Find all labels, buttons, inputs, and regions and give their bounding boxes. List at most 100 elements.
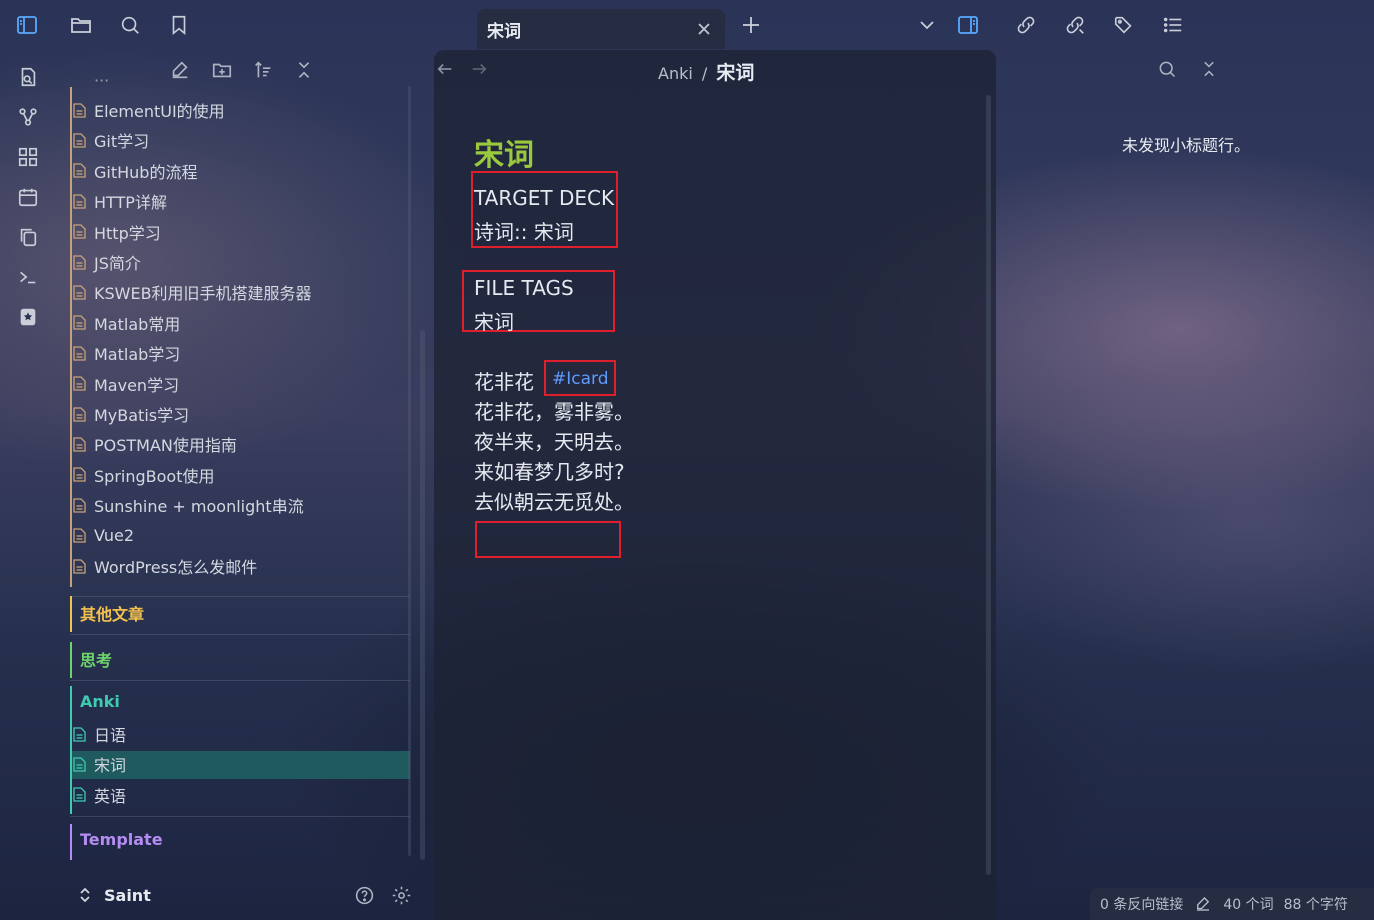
new-note-icon[interactable] [168, 58, 192, 82]
canvas-icon[interactable] [15, 144, 41, 170]
divider [70, 596, 410, 597]
search-icon[interactable] [1156, 58, 1178, 80]
list-item[interactable]: Vue2 [72, 522, 134, 550]
bookmark-icon[interactable] [166, 12, 192, 38]
file-label: GitHub的流程 [94, 162, 198, 182]
forward-arrow-icon[interactable] [468, 58, 490, 80]
folder-tree-line [70, 596, 72, 632]
list-item[interactable]: Sunshine + moonlight串流 [72, 491, 304, 519]
file-icon [72, 315, 86, 331]
file-label: MyBatis学习 [94, 406, 190, 425]
list-item[interactable]: 日语 [72, 720, 126, 748]
breadcrumb: Anki / 宋词 [658, 58, 754, 85]
poem-line: 花非花，雾非雾。 [474, 400, 634, 424]
file-icon [72, 558, 86, 574]
file-icon [72, 726, 86, 742]
terminal-icon[interactable] [15, 264, 41, 290]
breadcrumb-parent[interactable]: Anki [658, 64, 693, 83]
collapse-all-icon[interactable] [292, 58, 316, 82]
list-item[interactable]: Git学习 [72, 126, 149, 154]
list-item[interactable]: POSTMAN使用指南 [72, 430, 237, 458]
right-sidebar-toggle-icon[interactable] [955, 12, 981, 38]
copy-icon[interactable] [15, 224, 41, 250]
list-item[interactable]: ElementUI的使用 [72, 96, 225, 124]
back-arrow-icon[interactable] [434, 58, 456, 80]
list-item[interactable]: Matlab常用 [72, 309, 180, 337]
file-label: KSWEB利用旧手机搭建服务器 [94, 284, 312, 304]
file-icon [72, 467, 86, 483]
sort-icon[interactable] [251, 58, 275, 82]
graph-view-icon[interactable] [15, 104, 41, 130]
title-bar: 宋词 [0, 0, 1374, 50]
sidebar-scrollbar[interactable] [408, 86, 411, 856]
new-folder-icon[interactable] [210, 58, 234, 82]
settings-gear-icon[interactable] [390, 884, 412, 906]
breadcrumb-current[interactable]: 宋词 [716, 62, 754, 84]
file-label: Http学习 [94, 223, 161, 243]
note-scrollbar[interactable] [986, 95, 991, 875]
divider [70, 680, 410, 681]
word-count: 40 个词 [1223, 897, 1274, 913]
list-item[interactable]: GitHub的流程 [72, 157, 197, 185]
folder-thinking[interactable]: 思考 [80, 647, 112, 671]
vault-switch-chevrons-icon[interactable] [76, 886, 94, 904]
file-label: HTTP详解 [94, 193, 167, 213]
sidebar-scrollbar-thumb[interactable] [420, 330, 425, 860]
sidebar-toggle-icon[interactable] [14, 12, 40, 38]
list-item[interactable]: KSWEB利用旧手机搭建服务器 [72, 278, 312, 306]
file-label: WordPress怎么发邮件 [94, 558, 258, 577]
list-item[interactable]: Http学习 [72, 218, 161, 246]
list-item[interactable]: Matlab学习 [72, 339, 180, 367]
open-quick-switcher-icon[interactable] [15, 64, 41, 90]
deck-label: TARGET DECK [474, 186, 615, 210]
new-tab-icon[interactable] [738, 12, 764, 38]
vault-name[interactable]: Saint [104, 886, 151, 905]
file-icon [72, 436, 86, 452]
list-item[interactable]: 英语 [72, 781, 126, 809]
tab-song-ci[interactable]: 宋词 [477, 9, 725, 49]
folder-anki[interactable]: Anki [80, 692, 120, 711]
file-icon [72, 528, 86, 544]
list-item[interactable]: SpringBoot使用 [72, 461, 214, 489]
search-icon[interactable] [117, 12, 143, 38]
calendar-icon[interactable] [15, 184, 41, 210]
list-item[interactable]: WordPress怎么发邮件 [72, 552, 257, 580]
folder-template[interactable]: Template [80, 830, 163, 849]
tab-title: 宋词 [487, 21, 521, 42]
file-label: SpringBoot使用 [94, 466, 215, 486]
poem-line: 去似朝云无觅处。 [474, 490, 634, 514]
file-label: Matlab常用 [94, 314, 181, 334]
list-item[interactable]: ··· [72, 72, 109, 88]
file-icon [72, 497, 86, 513]
edit-mode-icon[interactable] [1193, 894, 1213, 914]
card-front: 花非花 [474, 370, 534, 394]
file-label: Maven学习 [94, 375, 180, 395]
file-icon [72, 132, 86, 148]
list-item[interactable]: MyBatis学习 [72, 400, 189, 428]
file-icon [72, 345, 86, 361]
folder-other-articles[interactable]: 其他文章 [80, 601, 144, 625]
outgoing-links-icon[interactable] [1062, 12, 1088, 38]
help-icon[interactable] [353, 884, 375, 906]
outline-icon[interactable] [1160, 12, 1186, 38]
folder-icon[interactable] [68, 12, 94, 38]
file-label: JS简介 [94, 254, 141, 273]
file-label: Git学习 [94, 132, 150, 152]
file-label: Vue2 [94, 526, 135, 546]
file-icon [72, 787, 86, 803]
card-tag-link[interactable]: #Icard [552, 369, 609, 389]
file-icon [72, 406, 86, 422]
file-icon [72, 224, 86, 240]
vault-switcher-bar: Saint [56, 876, 426, 916]
close-icon[interactable] [693, 18, 715, 40]
backlinks-icon[interactable] [1013, 12, 1039, 38]
list-item[interactable]: HTTP详解 [72, 187, 167, 215]
list-item[interactable]: JS简介 [72, 248, 141, 276]
list-item[interactable]: Maven学习 [72, 370, 179, 398]
tags-icon[interactable] [1111, 12, 1137, 38]
chevron-down-icon[interactable] [914, 12, 940, 38]
anki-sync-icon[interactable] [15, 304, 41, 330]
list-item[interactable]: 宋词 [72, 750, 126, 778]
backlinks-count[interactable]: 0 条反向链接 [1100, 894, 1183, 914]
collapse-all-icon[interactable] [1198, 58, 1220, 80]
